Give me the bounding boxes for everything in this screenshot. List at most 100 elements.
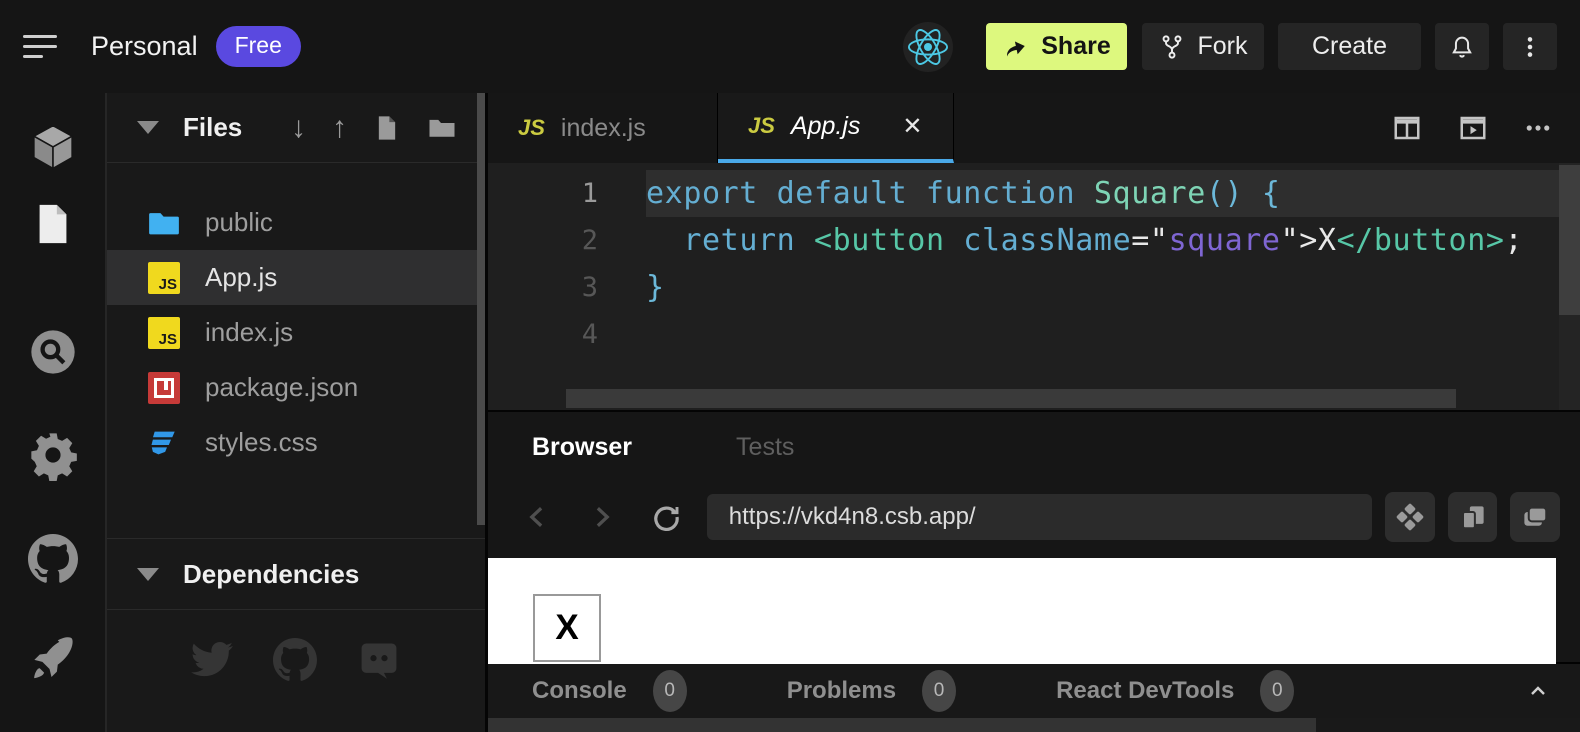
fork-button[interactable]: Fork	[1142, 23, 1264, 70]
main-area: Files ↓ ↑ publicJSApp.jsJSindex.jspackag…	[0, 93, 1580, 732]
close-tab-icon[interactable]: ✕	[902, 112, 922, 141]
search-icon[interactable]	[0, 324, 105, 380]
top-bar: Personal Free Share Fork Create	[0, 0, 1580, 93]
create-button[interactable]: Create	[1278, 23, 1421, 70]
plan-badge: Free	[216, 26, 301, 67]
file-row-styles.css[interactable]: styles.css	[107, 415, 485, 470]
rendered-page: X	[488, 558, 1556, 664]
browser-viewport: X	[488, 552, 1580, 662]
dependencies-section-header[interactable]: Dependencies	[107, 538, 485, 610]
tab-label: App.js	[791, 112, 860, 141]
notifications-button[interactable]	[1435, 23, 1489, 70]
code-lines: export default function Square() { retur…	[646, 163, 1580, 410]
file-row-public[interactable]: public	[107, 195, 485, 250]
kebab-menu-icon	[1517, 34, 1543, 60]
file-name: styles.css	[205, 427, 318, 458]
file-tree: public JSApp.jsJSindex.jspackage.json styl…	[107, 163, 485, 470]
line-number: 3	[488, 264, 598, 311]
js-filetype-icon: JS	[518, 115, 545, 141]
github-icon[interactable]	[273, 638, 317, 682]
tab-tests[interactable]: Tests	[736, 433, 794, 462]
code-editor[interactable]: 1234 export default function Square() { …	[488, 163, 1580, 410]
code-token	[1243, 176, 1262, 211]
devtools-tab-label: Problems	[787, 677, 896, 705]
preview-tab-bar: Browser Tests	[488, 412, 1580, 482]
file-row-package.json[interactable]: package.json	[107, 360, 485, 415]
workbench: JSindex.jsJSApp.js✕ 1234 export default	[485, 93, 1580, 732]
fork-button-label: Fork	[1198, 32, 1248, 61]
code-token: ;	[1505, 223, 1524, 258]
settings-gear-icon[interactable]	[0, 427, 105, 483]
share-button[interactable]: Share	[986, 23, 1127, 70]
back-icon[interactable]	[518, 502, 558, 532]
code-token: }	[646, 270, 665, 305]
devtools-tab-react-devtools[interactable]: React DevTools0	[1056, 670, 1294, 712]
file-row-App.js[interactable]: JSApp.js	[107, 250, 485, 305]
refresh-icon[interactable]	[645, 501, 685, 533]
github-icon[interactable]	[0, 531, 105, 587]
activity-bar	[0, 93, 105, 732]
collapse-panel-icon[interactable]	[1526, 679, 1550, 703]
split-view-icon[interactable]	[1392, 113, 1422, 143]
sandbox-cube-icon[interactable]	[0, 119, 105, 175]
code-token: Square	[1094, 176, 1206, 211]
editor-more-options-icon[interactable]	[1524, 114, 1552, 142]
file-explorer-icon[interactable]	[0, 196, 105, 252]
file-row-index.js[interactable]: JSindex.js	[107, 305, 485, 360]
file-name: App.js	[205, 262, 277, 293]
code-token: className	[963, 223, 1131, 258]
files-section-header[interactable]: Files ↓ ↑	[107, 93, 485, 163]
twitter-icon[interactable]	[191, 638, 233, 682]
rocket-deploy-icon[interactable]	[0, 631, 105, 687]
code-line[interactable]: }	[646, 264, 1580, 311]
code-line[interactable]	[646, 311, 1580, 358]
editor-tab-App.js[interactable]: JSApp.js✕	[718, 93, 954, 163]
css-file-icon	[147, 426, 181, 460]
preview-window-icon[interactable]	[1458, 113, 1488, 143]
line-number: 2	[488, 217, 598, 264]
new-folder-icon[interactable]	[427, 113, 457, 143]
open-in-new-window-icon[interactable]	[1510, 492, 1560, 542]
devtools-tab-problems[interactable]: Problems0	[787, 670, 956, 712]
more-options-button[interactable]	[1503, 23, 1557, 70]
upload-files-icon[interactable]: ↑	[332, 111, 347, 145]
devtools-bar: Console0Problems0React DevTools0	[488, 662, 1580, 718]
bell-icon	[1448, 33, 1476, 61]
square-game-button[interactable]: X	[533, 594, 601, 662]
code-token: square	[1169, 223, 1281, 258]
code-token: ="	[1131, 223, 1168, 258]
workspace-name[interactable]: Personal	[91, 31, 198, 62]
file-name: public	[205, 207, 273, 238]
count-badge: 0	[653, 670, 687, 712]
code-token	[945, 223, 964, 258]
tab-browser[interactable]: Browser	[532, 433, 632, 462]
discord-icon[interactable]	[357, 638, 401, 682]
chevron-down-icon	[137, 568, 159, 581]
react-logo-icon[interactable]	[903, 22, 953, 72]
panel-horizontal-scrollbar[interactable]	[488, 718, 1580, 732]
devtools-diamonds-icon[interactable]	[1385, 492, 1435, 542]
editor-horizontal-scrollbar[interactable]	[566, 389, 1456, 408]
share-arrow-icon	[1002, 34, 1028, 60]
code-line[interactable]: return <button className="square">X</but…	[646, 217, 1580, 264]
main-menu-icon[interactable]	[23, 31, 63, 63]
editor-vertical-scrollbar[interactable]	[1559, 163, 1580, 410]
devtools-tab-label: React DevTools	[1056, 677, 1234, 705]
dependencies-section-title: Dependencies	[183, 559, 359, 590]
forward-icon[interactable]	[582, 502, 622, 532]
download-sandbox-icon[interactable]: ↓	[291, 111, 306, 145]
new-file-icon[interactable]	[373, 114, 401, 142]
devtools-tab-console[interactable]: Console0	[532, 670, 687, 712]
code-line[interactable]: export default function Square() {	[646, 170, 1580, 217]
files-panel-scrollbar[interactable]	[477, 93, 485, 525]
responsive-preview-icon[interactable]	[1448, 492, 1498, 542]
code-token: ()	[1206, 176, 1243, 211]
npm-file-icon	[147, 371, 181, 405]
editor-tab-bar: JSindex.jsJS App.js ✕	[488, 93, 1580, 163]
chevron-down-icon	[137, 121, 159, 134]
scrollbar-thumb[interactable]	[1559, 165, 1580, 315]
code-token: {	[1262, 176, 1281, 211]
url-input[interactable]	[707, 494, 1373, 540]
browser-nav-bar	[488, 482, 1580, 552]
editor-tab-index.js[interactable]: JSindex.js	[488, 93, 718, 163]
